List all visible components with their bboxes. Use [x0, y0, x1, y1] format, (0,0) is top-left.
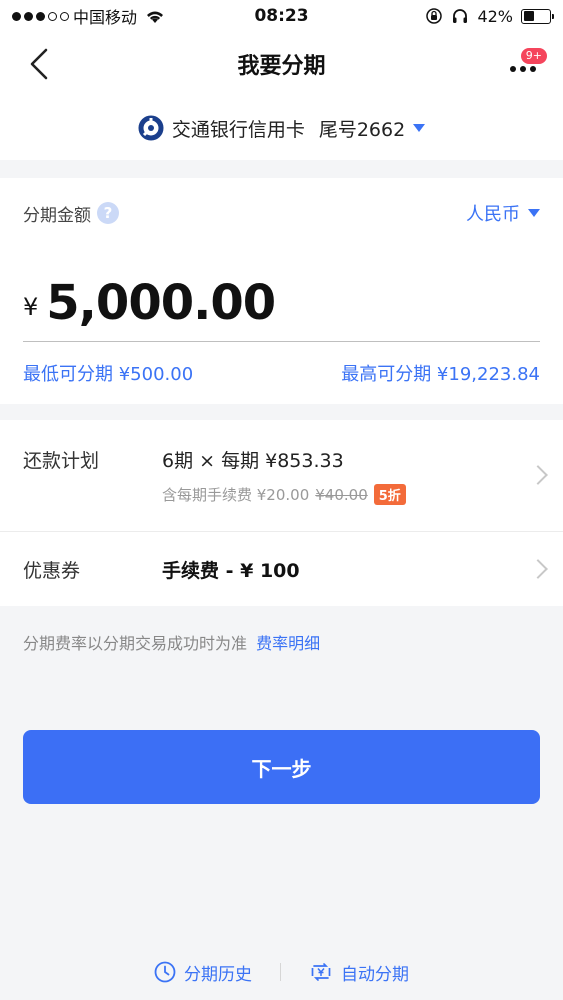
more-icon	[510, 66, 536, 72]
fee-text: 含每期手续费 ¥20.00	[162, 486, 310, 504]
bank-logo-icon	[138, 115, 164, 141]
battery-percent: 42%	[477, 6, 513, 26]
chevron-left-icon	[30, 48, 48, 80]
back-button[interactable]	[28, 46, 56, 82]
chevron-right-icon	[528, 465, 548, 485]
rate-note-text: 分期费率以分期交易成功时为准	[23, 634, 248, 653]
coupon-value: 手续费 - ¥ 100	[162, 560, 300, 582]
battery-icon	[521, 8, 554, 24]
rate-note: 分期费率以分期交易成功时为准 费率明细	[23, 630, 320, 654]
repayment-plan-row[interactable]: 还款计划 6期 × 每期 ¥853.33 含每期手续费 ¥20.00 ¥40.0…	[0, 420, 563, 532]
auto-label: 自动分期	[341, 964, 409, 985]
plan-value: 6期 × 每期 ¥853.33	[162, 450, 344, 472]
currency-label: 人民币	[466, 204, 520, 225]
clock-icon	[154, 961, 176, 983]
next-button[interactable]: 下一步	[23, 730, 540, 804]
card-name: 交通银行信用卡	[171, 118, 305, 141]
footer: 分期历史 自动分期	[0, 950, 563, 994]
wifi-icon	[145, 9, 165, 24]
yen-symbol: ¥	[23, 293, 39, 321]
nav-bar: 我要分期 9+	[0, 32, 563, 96]
coupon-row[interactable]: 优惠券 手续费 - ¥ 100	[0, 532, 563, 606]
amount-value: 5,000.00	[46, 275, 276, 331]
carrier-name: 中国移动	[73, 8, 138, 27]
auto-installment-link[interactable]: 自动分期	[309, 960, 409, 985]
card-tail: 尾号2662	[318, 118, 406, 141]
chevron-right-icon	[528, 559, 548, 579]
currency-selector[interactable]: 人民币	[466, 200, 540, 226]
installment-history-link[interactable]: 分期历史	[154, 960, 252, 985]
footer-divider	[280, 963, 281, 981]
caret-down-icon	[528, 209, 540, 217]
status-bar: 中国移动 08:23 42%	[0, 0, 563, 32]
plan-panel: 还款计划 6期 × 每期 ¥853.33 含每期手续费 ¥20.00 ¥40.0…	[0, 420, 563, 606]
coupon-label: 优惠券	[23, 560, 81, 582]
notification-badge: 9+	[520, 48, 547, 64]
min-amount: 最低可分期 ¥500.00	[23, 364, 194, 385]
help-icon[interactable]: ?	[97, 202, 119, 224]
more-button[interactable]: 9+	[503, 44, 547, 84]
amount-input[interactable]: ¥ 5,000.00	[23, 270, 540, 342]
discount-badge: 5折	[373, 484, 406, 505]
page-title: 我要分期	[237, 54, 326, 79]
max-amount: 最高可分期 ¥19,223.84	[341, 364, 540, 385]
rate-detail-link[interactable]: 费率明细	[256, 634, 320, 653]
amount-label: 分期金额	[23, 205, 91, 226]
auto-yen-icon	[311, 963, 331, 981]
plan-label: 还款计划	[23, 450, 100, 472]
card-selector[interactable]: 交通银行信用卡 尾号2662	[0, 96, 563, 160]
headphones-icon	[451, 7, 469, 25]
signal-icon	[12, 11, 69, 21]
caret-down-icon	[413, 124, 426, 132]
history-label: 分期历史	[184, 964, 252, 985]
rotation-lock-icon	[425, 7, 443, 25]
fee-original: ¥40.00	[315, 485, 368, 504]
amount-panel: 分期金额 ? 人民币 ¥ 5,000.00 最低可分期 ¥500.00 最高可分…	[0, 178, 563, 404]
